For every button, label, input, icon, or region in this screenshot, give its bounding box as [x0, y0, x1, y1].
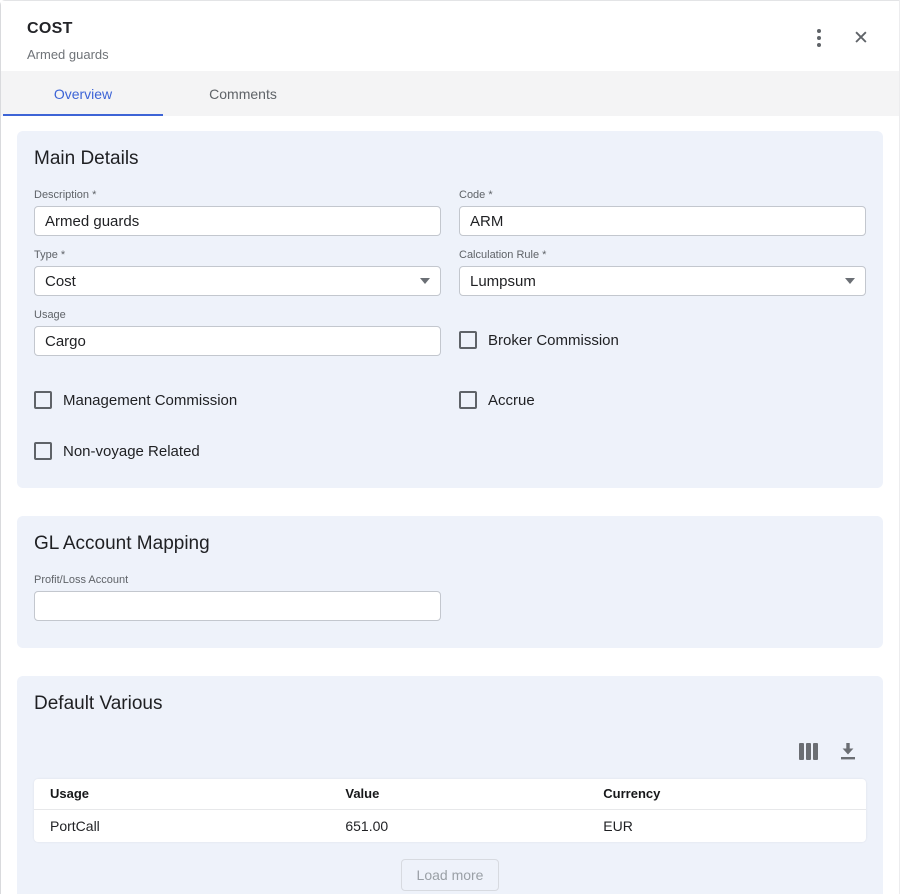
load-more-wrap: Load more [34, 859, 866, 894]
calculation-rule-select-value: Lumpsum [470, 273, 536, 290]
accrue-label: Accrue [488, 392, 535, 409]
download-button[interactable] [839, 742, 857, 760]
table-header-row: Usage Value Currency [34, 779, 866, 809]
dialog-subtitle: Armed guards [27, 47, 109, 62]
cost-dialog: COST Armed guards ✕ Overview Comments Ma… [0, 0, 900, 894]
columns-icon [799, 743, 818, 760]
gl-account-mapping-panel: GL Account Mapping Profit/Loss Account [17, 516, 883, 648]
management-commission-option: Management Commission [34, 391, 441, 409]
default-various-title: Default Various [34, 693, 866, 715]
non-voyage-related-label: Non-voyage Related [63, 443, 200, 460]
dialog-header: COST Armed guards ✕ [1, 1, 899, 71]
kebab-menu-icon [817, 29, 821, 47]
description-label: Description * [34, 189, 441, 201]
management-commission-label: Management Commission [63, 392, 237, 409]
main-details-panel: Main Details Description * Code * Type *… [17, 131, 883, 488]
broker-commission-checkbox[interactable] [459, 331, 477, 349]
accrue-checkbox[interactable] [459, 391, 477, 409]
type-select-value: Cost [45, 273, 76, 290]
download-icon [840, 743, 856, 760]
default-various-panel: Default Various [17, 676, 883, 894]
column-header-value: Value [329, 779, 587, 809]
tabbar: Overview Comments [1, 71, 899, 116]
profit-loss-account-label: Profit/Loss Account [34, 574, 441, 586]
profit-loss-account-input[interactable] [34, 591, 441, 621]
more-options-button[interactable] [807, 26, 831, 50]
code-input[interactable] [459, 206, 866, 236]
header-actions: ✕ [807, 20, 873, 50]
description-input[interactable] [34, 206, 441, 236]
code-label: Code * [459, 189, 866, 201]
usage-input[interactable] [34, 326, 441, 356]
chevron-down-icon [845, 278, 855, 284]
non-voyage-related-checkbox[interactable] [34, 442, 52, 460]
cell-value: 651.00 [329, 809, 587, 842]
gl-account-mapping-title: GL Account Mapping [34, 533, 866, 555]
broker-commission-label: Broker Commission [488, 332, 619, 349]
cell-currency: EUR [587, 809, 866, 842]
non-voyage-related-option: Non-voyage Related [34, 442, 441, 460]
close-icon: ✕ [853, 29, 869, 48]
accrue-option: Accrue [459, 391, 866, 409]
usage-label: Usage [34, 309, 441, 321]
close-button[interactable]: ✕ [849, 26, 873, 50]
type-label: Type * [34, 249, 441, 261]
column-settings-button[interactable] [799, 742, 817, 760]
dialog-title: COST [27, 20, 109, 38]
load-more-button[interactable]: Load more [401, 859, 500, 891]
default-various-table: Usage Value Currency PortCall 651.00 EUR [34, 779, 866, 842]
calculation-rule-select[interactable]: Lumpsum [459, 266, 866, 296]
tab-comments[interactable]: Comments [163, 71, 323, 116]
dialog-titles: COST Armed guards [27, 20, 109, 62]
column-header-usage: Usage [34, 779, 329, 809]
dialog-content: Main Details Description * Code * Type *… [1, 116, 899, 894]
column-header-currency: Currency [587, 779, 866, 809]
table-toolbar [34, 742, 866, 760]
broker-commission-option: Broker Commission [459, 331, 866, 349]
calculation-rule-label: Calculation Rule * [459, 249, 866, 261]
tab-overview[interactable]: Overview [3, 71, 163, 116]
type-select[interactable]: Cost [34, 266, 441, 296]
chevron-down-icon [420, 278, 430, 284]
cell-usage: PortCall [34, 809, 329, 842]
management-commission-checkbox[interactable] [34, 391, 52, 409]
table-row[interactable]: PortCall 651.00 EUR [34, 809, 866, 842]
main-details-title: Main Details [34, 148, 866, 170]
